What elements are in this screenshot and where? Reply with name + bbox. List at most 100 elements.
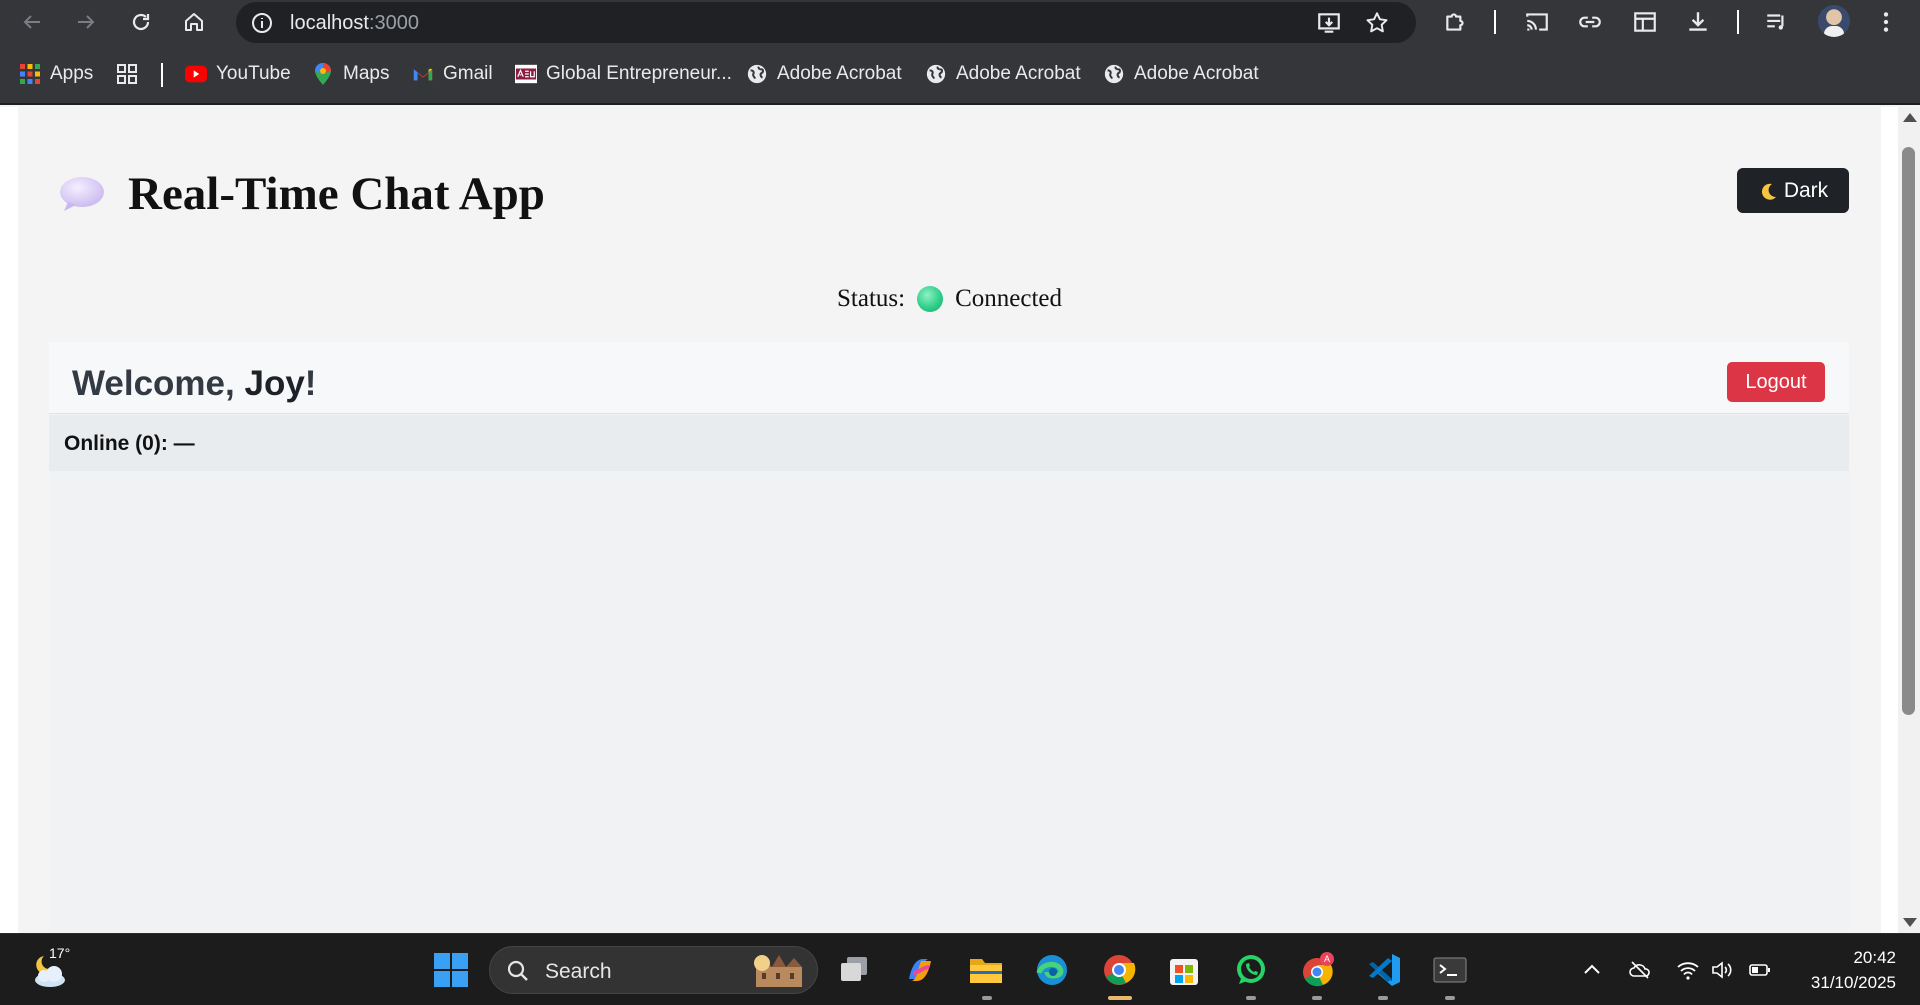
start-button[interactable] xyxy=(431,950,471,990)
system-clock[interactable]: 20:42 31/10/2025 xyxy=(1786,945,1896,995)
running-indicator xyxy=(1312,996,1322,1000)
running-indicator xyxy=(1445,996,1455,1000)
bookmark-acrobat-label: Adobe Acrobat xyxy=(1134,63,1259,84)
svg-text:A: A xyxy=(1324,954,1330,964)
running-indicator xyxy=(982,996,992,1000)
page-viewport: Real-Time Chat App Dark Status: Connecte… xyxy=(0,107,1920,933)
scroll-up-arrow-icon[interactable] xyxy=(1903,113,1917,122)
bookmark-star-icon[interactable] xyxy=(1364,10,1390,36)
battery-icon[interactable] xyxy=(1748,958,1772,982)
microsoft-store-button[interactable] xyxy=(1164,950,1204,990)
search-icon xyxy=(507,960,528,981)
edge-browser-icon xyxy=(1036,955,1067,985)
browser-toolbar: localhost:3000 xyxy=(0,0,1920,45)
chrome-profile-button[interactable]: A xyxy=(1297,950,1337,990)
scroll-down-arrow-icon[interactable] xyxy=(1903,918,1917,927)
arrow-left-icon xyxy=(23,15,40,29)
bookmark-maps[interactable]: Maps xyxy=(312,61,389,87)
site-info-icon[interactable] xyxy=(250,11,274,35)
temperature: 17° xyxy=(49,945,71,961)
vscode-button[interactable] xyxy=(1364,950,1404,990)
bookmark-apps[interactable]: Apps xyxy=(19,61,93,87)
status-value: Connected xyxy=(955,285,1062,312)
onedrive-offline-icon[interactable] xyxy=(1628,958,1652,982)
connection-status: Status: Connected xyxy=(18,285,1881,313)
downloads-button[interactable] xyxy=(1683,7,1713,37)
globe-icon xyxy=(925,63,947,85)
online-users-bar: Online (0): — xyxy=(49,415,1849,471)
chat-panel: Welcome, Joy! Online (0): — xyxy=(49,342,1849,933)
menu-button[interactable] xyxy=(1871,7,1901,37)
wifi-icon[interactable] xyxy=(1676,958,1700,982)
globe-icon xyxy=(746,63,768,85)
bookmark-gmail-label: Gmail xyxy=(443,63,493,84)
bookmark-global-label: Global Entrepreneur... xyxy=(546,63,732,84)
bookmark-adobe-acrobat-1[interactable]: Adobe Acrobat xyxy=(746,61,902,87)
arrow-right-icon xyxy=(78,15,95,29)
side-panel-icon xyxy=(1634,12,1656,32)
bookmark-maps-label: Maps xyxy=(343,63,390,84)
maps-pin-icon xyxy=(312,63,334,85)
speech-bubble-icon xyxy=(60,177,104,211)
windows-taskbar: 17° Search A 20:42 31/10/2025 xyxy=(0,933,1920,1005)
folder-icon xyxy=(970,959,1002,983)
running-indicator xyxy=(1246,996,1256,1000)
chrome-icon xyxy=(1104,955,1136,985)
logout-button[interactable]: Logout xyxy=(1727,362,1825,402)
home-button[interactable] xyxy=(178,6,210,38)
scrollbar-thumb[interactable] xyxy=(1902,147,1915,715)
running-indicator xyxy=(1378,996,1388,1000)
chevron-up-icon[interactable] xyxy=(1580,958,1604,982)
link-icon xyxy=(1579,16,1601,28)
task-view-button[interactable] xyxy=(834,950,874,990)
task-view-icon xyxy=(841,957,867,981)
download-icon xyxy=(1689,12,1707,31)
bookmark-youtube[interactable]: YouTube xyxy=(185,61,291,87)
windows-logo-icon xyxy=(434,953,468,987)
bookmark-adobe-acrobat-3[interactable]: Adobe Acrobat xyxy=(1103,61,1259,87)
reload-button[interactable] xyxy=(125,6,157,38)
address-bar[interactable]: localhost:3000 xyxy=(236,2,1416,43)
bookmark-apps-label: Apps xyxy=(50,63,94,84)
playlist-icon xyxy=(1767,14,1784,30)
file-explorer-button[interactable] xyxy=(966,950,1006,990)
youtube-icon xyxy=(185,63,207,85)
whatsapp-button[interactable] xyxy=(1231,950,1271,990)
taskbar-search[interactable]: Search xyxy=(489,946,818,994)
tab-groups-button[interactable] xyxy=(116,61,147,87)
chrome-button[interactable] xyxy=(1099,950,1139,990)
terminal-icon xyxy=(1433,957,1467,983)
media-controls-button[interactable] xyxy=(1762,7,1792,37)
extensions-button[interactable] xyxy=(1441,7,1471,37)
crescent-moon-icon xyxy=(1761,183,1776,200)
page-scrollbar[interactable] xyxy=(1898,107,1920,933)
profile-avatar[interactable] xyxy=(1818,5,1850,37)
toolbar-divider xyxy=(1494,10,1496,34)
apps-grid-icon xyxy=(19,63,41,85)
volume-icon[interactable] xyxy=(1710,958,1734,982)
bookmark-gmail[interactable]: Gmail xyxy=(412,61,493,87)
side-panel-button[interactable] xyxy=(1630,7,1660,37)
copy-link-button[interactable] xyxy=(1575,7,1605,37)
store-icon xyxy=(1170,959,1198,985)
chat-header: Welcome, Joy! xyxy=(49,342,1849,414)
cast-icon xyxy=(1526,13,1548,31)
edge-button[interactable] xyxy=(1032,950,1072,990)
page-title: Real-Time Chat App xyxy=(128,168,545,220)
back-button[interactable] xyxy=(16,6,48,38)
status-indicator-dot xyxy=(917,286,944,312)
cast-button[interactable] xyxy=(1522,7,1552,37)
dark-mode-toggle[interactable]: Dark xyxy=(1737,168,1849,213)
bookmark-global-entrepreneur[interactable]: Global Entrepreneur... xyxy=(515,61,732,87)
forward-button[interactable] xyxy=(70,6,102,38)
puzzle-icon xyxy=(1446,13,1464,31)
bookmark-acrobat-label: Adobe Acrobat xyxy=(956,63,1081,84)
gmail-icon xyxy=(412,63,434,85)
terminal-button[interactable] xyxy=(1430,950,1470,990)
home-icon xyxy=(185,13,203,31)
install-app-icon[interactable] xyxy=(1316,10,1342,36)
copilot-button[interactable] xyxy=(900,950,940,990)
bookmark-adobe-acrobat-2[interactable]: Adobe Acrobat xyxy=(925,61,1081,87)
messages-area xyxy=(49,471,1849,933)
clock-date: 31/10/2025 xyxy=(1810,973,1896,992)
